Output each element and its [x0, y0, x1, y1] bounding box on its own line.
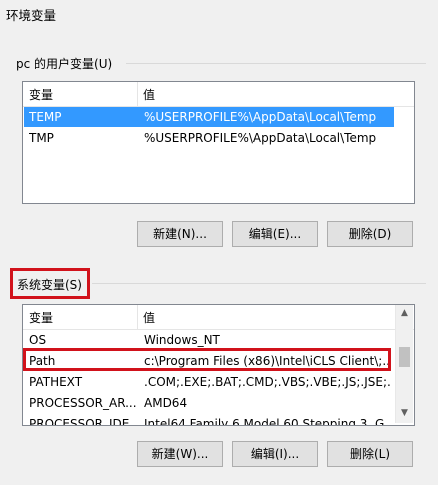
user-var-name: TEMP — [29, 110, 62, 124]
user-vars-header: 变量 值 — [23, 82, 414, 107]
system-vars-header-value[interactable]: 值 — [143, 309, 155, 326]
system-vars-group-line — [92, 283, 426, 284]
system-vars-header-name[interactable]: 变量 — [29, 309, 53, 326]
system-vars-header: 变量 值 — [23, 305, 414, 330]
user-vars-header-separator[interactable] — [137, 82, 138, 106]
system-var-name: PROCESSOR_AR... — [29, 396, 137, 410]
system-var-row-os[interactable]: OS Windows_NT — [24, 330, 394, 350]
system-var-value: Intel64 Family 6 Model 60 Stepping 3, G.… — [144, 417, 392, 426]
scroll-thumb[interactable] — [399, 347, 410, 367]
path-row-highlight — [23, 348, 391, 371]
system-edit-button[interactable]: 编辑(I)... — [232, 441, 318, 467]
system-new-button[interactable]: 新建(W)... — [137, 441, 223, 467]
user-vars-header-name[interactable]: 变量 — [29, 86, 53, 103]
user-new-button[interactable]: 新建(N)... — [137, 221, 223, 247]
system-var-name: PATHEXT — [29, 375, 83, 389]
system-var-row-processor-arch[interactable]: PROCESSOR_AR... AMD64 — [24, 393, 394, 413]
system-vars-scrollbar[interactable]: ▲ ▼ — [395, 305, 413, 423]
system-var-row-pathext[interactable]: PATHEXT .COM;.EXE;.BAT;.CMD;.VBS;.VBE;.J… — [24, 372, 394, 392]
system-var-name: PROCESSOR_IDE... — [29, 417, 137, 426]
system-var-value: Windows_NT — [144, 333, 220, 347]
system-var-row-processor-id[interactable]: PROCESSOR_IDE... Intel64 Family 6 Model … — [24, 414, 394, 426]
scroll-up-icon[interactable]: ▲ — [396, 308, 413, 318]
user-var-row-tmp[interactable]: TMP %USERPROFILE%\AppData\Local\Temp — [24, 128, 394, 148]
user-delete-button[interactable]: 删除(D) — [327, 221, 413, 247]
user-var-row-temp[interactable]: TEMP %USERPROFILE%\AppData\Local\Temp — [24, 107, 394, 127]
user-edit-button[interactable]: 编辑(E)... — [232, 221, 318, 247]
user-vars-group-line — [126, 63, 426, 64]
system-var-value: .COM;.EXE;.BAT;.CMD;.VBS;.VBE;.JS;.JSE;.… — [144, 375, 392, 389]
system-var-name: OS — [29, 333, 47, 347]
system-delete-button[interactable]: 删除(L) — [327, 441, 413, 467]
user-var-name: TMP — [29, 131, 54, 145]
user-vars-header-value[interactable]: 值 — [143, 86, 155, 103]
system-vars-group-label: 系统变量(S) — [17, 278, 82, 292]
user-vars-list[interactable]: 变量 值 TEMP %USERPROFILE%\AppData\Local\Te… — [22, 81, 415, 204]
user-var-value: %USERPROFILE%\AppData\Local\Temp — [144, 131, 377, 145]
user-vars-group-label: pc 的用户变量(U) — [16, 57, 113, 71]
user-var-value: %USERPROFILE%\AppData\Local\Temp — [144, 110, 377, 124]
system-vars-header-separator[interactable] — [137, 305, 138, 329]
window-title: 环境变量 — [6, 8, 57, 23]
scroll-down-icon[interactable]: ▼ — [396, 408, 413, 418]
system-var-value: AMD64 — [144, 396, 188, 410]
